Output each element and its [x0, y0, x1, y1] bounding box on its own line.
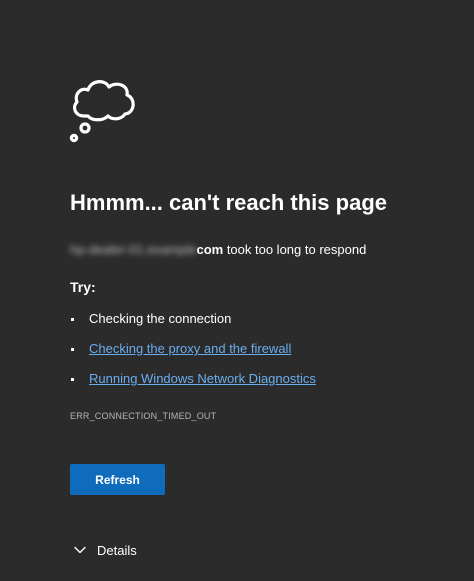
check-proxy-firewall-link[interactable]: Checking the proxy and the firewall	[89, 341, 291, 356]
network-diagnostics-link[interactable]: Running Windows Network Diagnostics	[89, 371, 316, 386]
blurred-hostname: hp-dealer-01.example	[70, 242, 197, 257]
suggestion-label: Checking the connection	[89, 311, 232, 326]
bullet-icon	[71, 378, 74, 381]
suggestion-check-proxy-firewall[interactable]: Checking the proxy and the firewall	[70, 339, 316, 369]
cloud-thought-icon	[69, 80, 135, 143]
page-title: Hmmm... can't reach this page	[70, 190, 387, 215]
suggestion-list: Checking the connection Checking the pro…	[70, 309, 316, 399]
suggestion-network-diagnostics[interactable]: Running Windows Network Diagnostics	[70, 369, 316, 399]
details-label: Details	[97, 542, 137, 558]
hostname-tld: com	[196, 242, 224, 257]
chevron-down-icon	[74, 546, 86, 554]
message-suffix: took too long to respond	[223, 242, 367, 257]
error-code: ERR_CONNECTION_TIMED_OUT	[70, 411, 217, 421]
error-page: Hmmm... can't reach this page hp-dealer-…	[0, 0, 474, 581]
bullet-icon	[71, 318, 74, 321]
bullet-icon	[71, 348, 74, 351]
try-heading: Try:	[70, 279, 96, 295]
suggestion-check-connection: Checking the connection	[70, 309, 316, 339]
details-toggle[interactable]: Details	[74, 541, 137, 559]
error-message: hp-dealer-01.examplecom took too long to…	[70, 242, 366, 257]
refresh-button[interactable]: Refresh	[70, 464, 165, 495]
